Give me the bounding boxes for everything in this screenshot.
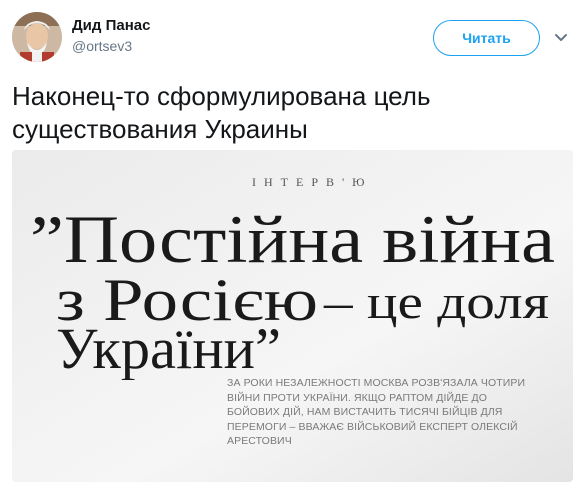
tweet-header: Дид Панас @ortsev3 Читать [0,0,585,76]
follow-button[interactable]: Читать [433,20,540,56]
headline-line-1: ”Постійна війна [30,201,555,277]
user-handle[interactable]: @ortsev3 [72,38,132,54]
article-headline: ”Постійна війна з Росією – це доля Украї… [30,201,555,380]
chevron-down-icon[interactable] [552,28,570,46]
article-lead: За роки незалежності Москва розв'язала ч… [227,377,526,447]
user-display-name[interactable]: Дид Панас [72,17,150,34]
avatar[interactable] [12,12,62,62]
headline-line-2b: – це доля [323,276,549,329]
tweet-text: Наконец-то сформулирована цель существов… [12,81,431,144]
tweet-photo[interactable]: ІНТЕРВ'Ю ”Постійна війна з Росією – це д… [12,150,573,482]
avatar-image [12,12,62,62]
headline-line-3: України” [56,316,281,380]
